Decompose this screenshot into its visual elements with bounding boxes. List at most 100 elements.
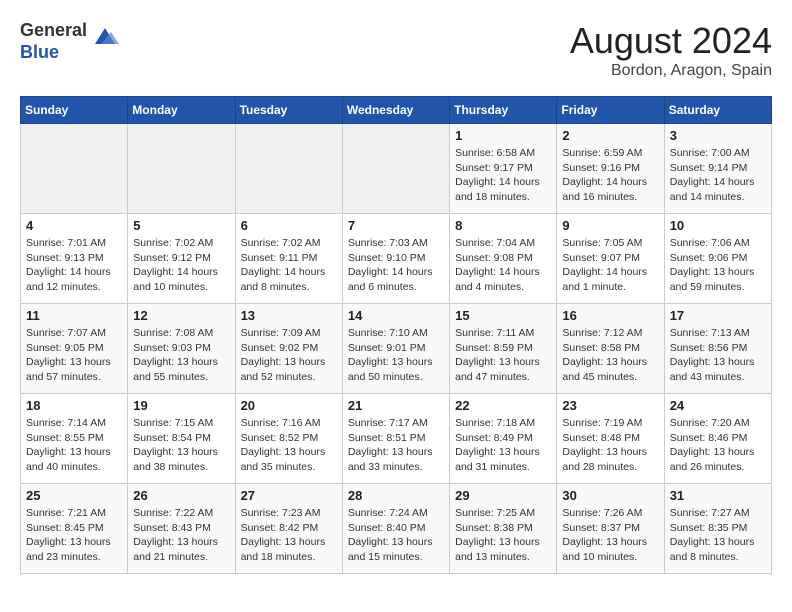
col-friday: Friday [557,97,664,124]
day-info: Sunrise: 7:11 AM Sunset: 8:59 PM Dayligh… [455,326,551,385]
title-block: August 2024 Bordon, Aragon, Spain [570,20,772,80]
day-info: Sunrise: 7:20 AM Sunset: 8:46 PM Dayligh… [670,416,766,475]
calendar-subtitle: Bordon, Aragon, Spain [570,62,772,80]
day-number: 27 [241,488,337,503]
day-number: 2 [562,128,658,143]
calendar-table: Sunday Monday Tuesday Wednesday Thursday… [20,96,772,574]
calendar-cell: 2Sunrise: 6:59 AM Sunset: 9:16 PM Daylig… [557,124,664,214]
day-info: Sunrise: 7:07 AM Sunset: 9:05 PM Dayligh… [26,326,122,385]
day-number: 8 [455,218,551,233]
calendar-cell: 17 Sunrise: 7:13 AM Sunset: 8:56 PM Dayli… [664,304,771,394]
calendar-cell: 11Sunrise: 7:07 AM Sunset: 9:05 PM Dayli… [21,304,128,394]
day-info: Sunrise: 7:27 AM Sunset: 8:35 PM Dayligh… [670,506,766,565]
calendar-cell: 10Sunrise: 7:06 AM Sunset: 9:06 PM Dayli… [664,214,771,304]
day-number: 23 [562,398,658,413]
col-monday: Monday [128,97,235,124]
calendar-cell [342,124,449,214]
day-info: Sunrise: 7:03 AM Sunset: 9:10 PM Dayligh… [348,236,444,295]
day-number: 21 [348,398,444,413]
day-info: Sunrise: 7:25 AM Sunset: 8:38 PM Dayligh… [455,506,551,565]
calendar-cell: 12 Sunrise: 7:08 AM Sunset: 9:03 PM Dayli… [128,304,235,394]
day-info: Sunrise: 7:08 AM Sunset: 9:03 PM Dayligh… [133,326,229,385]
col-tuesday: Tuesday [235,97,342,124]
day-info: Sunrise: 7:09 AM Sunset: 9:02 PM Dayligh… [241,326,337,385]
day-number: 22 [455,398,551,413]
day-info: Sunrise: 7:02 AM Sunset: 9:11 PM Dayligh… [241,236,337,295]
day-info: Sunrise: 7:00 AM Sunset: 9:14 PM Dayligh… [670,146,766,205]
calendar-title: August 2024 [570,20,772,62]
day-info: Sunrise: 7:19 AM Sunset: 8:48 PM Dayligh… [562,416,658,475]
col-sunday: Sunday [21,97,128,124]
day-number: 13 [241,308,337,323]
day-info: Sunrise: 7:12 AM Sunset: 8:58 PM Dayligh… [562,326,658,385]
calendar-cell: 26 Sunrise: 7:22 AM Sunset: 8:43 PM Dayli… [128,484,235,574]
day-info: Sunrise: 7:15 AM Sunset: 8:54 PM Dayligh… [133,416,229,475]
day-number: 3 [670,128,766,143]
day-number: 29 [455,488,551,503]
calendar-cell: 24 Sunrise: 7:20 AM Sunset: 8:46 PM Dayli… [664,394,771,484]
day-info: Sunrise: 7:14 AM Sunset: 8:55 PM Dayligh… [26,416,122,475]
calendar-cell: 29 Sunrise: 7:25 AM Sunset: 8:38 PM Dayli… [450,484,557,574]
day-info: Sunrise: 7:22 AM Sunset: 8:43 PM Dayligh… [133,506,229,565]
calendar-week-1: 4Sunrise: 7:01 AM Sunset: 9:13 PM Daylig… [21,214,772,304]
calendar-cell: 23 Sunrise: 7:19 AM Sunset: 8:48 PM Dayli… [557,394,664,484]
day-number: 24 [670,398,766,413]
page-header: General Blue August 2024 Bordon, Aragon,… [20,20,772,80]
day-number: 18 [26,398,122,413]
day-info: Sunrise: 7:18 AM Sunset: 8:49 PM Dayligh… [455,416,551,475]
calendar-cell: 25 Sunrise: 7:21 AM Sunset: 8:45 PM Dayli… [21,484,128,574]
calendar-cell: 8Sunrise: 7:04 AM Sunset: 9:08 PM Daylig… [450,214,557,304]
day-info: Sunrise: 7:26 AM Sunset: 8:37 PM Dayligh… [562,506,658,565]
day-number: 20 [241,398,337,413]
calendar-week-4: 25 Sunrise: 7:21 AM Sunset: 8:45 PM Dayli… [21,484,772,574]
day-number: 9 [562,218,658,233]
calendar-cell: 7 Sunrise: 7:03 AM Sunset: 9:10 PM Daylig… [342,214,449,304]
calendar-cell: 13 Sunrise: 7:09 AM Sunset: 9:02 PM Dayli… [235,304,342,394]
day-number: 31 [670,488,766,503]
day-info: Sunrise: 7:17 AM Sunset: 8:51 PM Dayligh… [348,416,444,475]
day-number: 25 [26,488,122,503]
calendar-cell: 16Sunrise: 7:12 AM Sunset: 8:58 PM Dayli… [557,304,664,394]
day-info: Sunrise: 7:21 AM Sunset: 8:45 PM Dayligh… [26,506,122,565]
calendar-cell: 28Sunrise: 7:24 AM Sunset: 8:40 PM Dayli… [342,484,449,574]
day-info: Sunrise: 7:16 AM Sunset: 8:52 PM Dayligh… [241,416,337,475]
calendar-cell: 19 Sunrise: 7:15 AM Sunset: 8:54 PM Dayli… [128,394,235,484]
day-info: Sunrise: 7:05 AM Sunset: 9:07 PM Dayligh… [562,236,658,295]
day-number: 19 [133,398,229,413]
calendar-cell: 14Sunrise: 7:10 AM Sunset: 9:01 PM Dayli… [342,304,449,394]
col-saturday: Saturday [664,97,771,124]
calendar-cell [21,124,128,214]
day-info: Sunrise: 6:58 AM Sunset: 9:17 PM Dayligh… [455,146,551,205]
col-thursday: Thursday [450,97,557,124]
day-number: 4 [26,218,122,233]
calendar-week-3: 18 Sunrise: 7:14 AM Sunset: 8:55 PM Dayli… [21,394,772,484]
calendar-week-0: 1 Sunrise: 6:58 AM Sunset: 9:17 PM Daylig… [21,124,772,214]
calendar-cell: 4Sunrise: 7:01 AM Sunset: 9:13 PM Daylig… [21,214,128,304]
calendar-cell: 27 Sunrise: 7:23 AM Sunset: 8:42 PM Dayli… [235,484,342,574]
day-number: 17 [670,308,766,323]
day-number: 6 [241,218,337,233]
day-info: Sunrise: 7:23 AM Sunset: 8:42 PM Dayligh… [241,506,337,565]
calendar-cell [128,124,235,214]
day-number: 12 [133,308,229,323]
calendar-cell: 6 Sunrise: 7:02 AM Sunset: 9:11 PM Daylig… [235,214,342,304]
calendar-cell: 18 Sunrise: 7:14 AM Sunset: 8:55 PM Dayli… [21,394,128,484]
day-number: 1 [455,128,551,143]
day-number: 7 [348,218,444,233]
day-info: Sunrise: 7:13 AM Sunset: 8:56 PM Dayligh… [670,326,766,385]
day-number: 30 [562,488,658,503]
calendar-cell: 22 Sunrise: 7:18 AM Sunset: 8:49 PM Dayli… [450,394,557,484]
logo-blue: Blue [20,42,59,62]
day-info: Sunrise: 7:02 AM Sunset: 9:12 PM Dayligh… [133,236,229,295]
logo: General Blue [20,20,119,63]
calendar-cell: 9 Sunrise: 7:05 AM Sunset: 9:07 PM Daylig… [557,214,664,304]
calendar-cell: 5 Sunrise: 7:02 AM Sunset: 9:12 PM Daylig… [128,214,235,304]
calendar-header-row: Sunday Monday Tuesday Wednesday Thursday… [21,97,772,124]
day-info: Sunrise: 7:10 AM Sunset: 9:01 PM Dayligh… [348,326,444,385]
day-number: 5 [133,218,229,233]
calendar-cell: 3 Sunrise: 7:00 AM Sunset: 9:14 PM Daylig… [664,124,771,214]
logo-icon [91,24,119,52]
day-number: 26 [133,488,229,503]
day-number: 28 [348,488,444,503]
calendar-cell: 1 Sunrise: 6:58 AM Sunset: 9:17 PM Daylig… [450,124,557,214]
